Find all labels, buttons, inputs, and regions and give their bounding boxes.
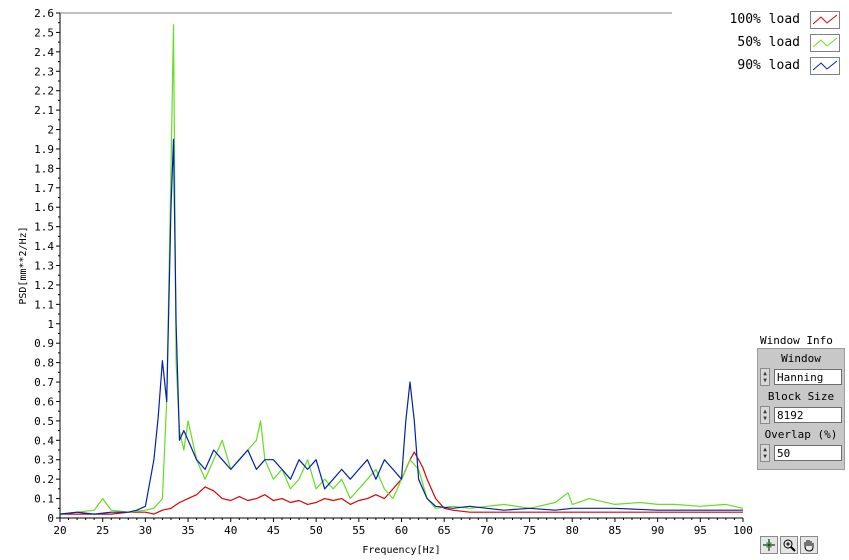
block-size-label: Block Size (767, 390, 835, 403)
x-tick-label: 90 (651, 524, 664, 537)
y-tick-label: 0.5 (34, 415, 54, 428)
legend-label: 100% load (729, 12, 800, 27)
x-tick-label: 35 (181, 524, 194, 537)
y-tick-label: 2.5 (34, 26, 54, 39)
window-control: ▲ ▼ Hanning (760, 367, 842, 387)
y-tick-label: 1.9 (34, 143, 54, 156)
block-size-control: ▲ ▼ 8192 (760, 405, 842, 425)
series-line-50-load (59, 24, 744, 515)
y-tick-label: 0.8 (34, 357, 54, 370)
y-tick-label: 2.4 (34, 46, 54, 59)
x-tick-label: 85 (608, 524, 621, 537)
series-line-90-load (59, 138, 743, 515)
y-tick-label: 0.7 (34, 376, 54, 389)
pan-hand-icon[interactable] (800, 536, 818, 554)
x-tick-label: 70 (480, 524, 493, 537)
y-tick-label: 0.4 (34, 434, 54, 447)
graph-tool-palette (760, 536, 818, 554)
zoom-icon[interactable] (780, 536, 798, 554)
x-tick-label: 75 (523, 524, 536, 537)
legend-item-100-load[interactable]: 100% load (700, 8, 840, 31)
y-tick-label: 2.2 (34, 85, 54, 98)
x-axis-title: Frequency[Hz] (362, 545, 440, 556)
window-label: Window (781, 352, 821, 365)
y-tick-label: 1.5 (34, 221, 54, 234)
overlap-control: ▲ ▼ 50 (760, 443, 842, 463)
x-tick-label: 30 (139, 524, 152, 537)
x-tick-label: 50 (310, 524, 323, 537)
series-line-100-load (60, 451, 743, 515)
y-tick-label: 1.8 (34, 162, 54, 175)
x-tick-label: 45 (267, 524, 280, 537)
y-tick-label: 1.1 (34, 298, 54, 311)
x-tick-label: 100 (733, 524, 753, 537)
legend-item-90-load[interactable]: 90% load (700, 54, 840, 77)
legend-item-50-load[interactable]: 50% load (700, 31, 840, 54)
overlap-value-field[interactable]: 50 (774, 445, 842, 461)
y-tick-label: 2 (47, 124, 54, 137)
y-tick-label: 1.6 (34, 201, 54, 214)
legend: 100% load 50% load 90% load (700, 8, 840, 77)
x-tick-label: 55 (352, 524, 365, 537)
window-info-panel: Window Info Window ▲ ▼ Hanning Block Size… (757, 333, 845, 470)
legend-swatch-red (810, 10, 840, 29)
y-tick-label: 2.3 (34, 65, 54, 78)
overlap-label: Overlap (%) (764, 428, 838, 441)
legend-label: 90% load (737, 58, 800, 73)
window-info-title: Window Info (760, 334, 833, 347)
window-spinner-icon[interactable]: ▲ ▼ (760, 368, 770, 386)
x-tick-label: 40 (224, 524, 237, 537)
y-tick-label: 0.9 (34, 337, 54, 350)
y-tick-label: 0.2 (34, 473, 54, 486)
y-tick-label: 1.4 (34, 240, 54, 253)
y-axis-title: PSD[mm**2/Hz] (18, 226, 29, 304)
block-size-value-field[interactable]: 8192 (774, 407, 842, 423)
x-tick-label: 65 (438, 524, 451, 537)
y-tick-label: 0.3 (34, 454, 54, 467)
legend-label: 50% load (737, 35, 800, 50)
psd-chart: 00.10.20.30.40.50.60.70.80.911.11.21.31.… (18, 7, 753, 556)
x-tick-label: 80 (566, 524, 579, 537)
x-tick-label: 60 (395, 524, 408, 537)
x-tick-label: 20 (53, 524, 66, 537)
y-tick-label: 2.6 (34, 7, 54, 20)
y-tick-label: 1.3 (34, 260, 54, 273)
window-info-cluster: Window ▲ ▼ Hanning Block Size ▲ ▼ 8192 Ove… (757, 348, 845, 470)
x-tick-label: 95 (694, 524, 707, 537)
y-tick-label: 2.1 (34, 104, 54, 117)
y-tick-label: 1 (47, 318, 54, 331)
x-tick-label: 25 (96, 524, 109, 537)
block-size-spinner-icon[interactable]: ▲ ▼ (760, 406, 770, 424)
y-tick-label: 0.1 (34, 493, 54, 506)
legend-swatch-green (810, 33, 840, 52)
overlap-spinner-icon[interactable]: ▲ ▼ (760, 444, 770, 462)
y-tick-label: 0.6 (34, 395, 54, 408)
crosshair-icon[interactable] (760, 536, 778, 554)
y-tick-label: 1.7 (34, 182, 54, 195)
window-value-field[interactable]: Hanning (774, 369, 842, 385)
legend-swatch-blue (810, 56, 840, 75)
y-tick-label: 1.2 (34, 279, 54, 292)
